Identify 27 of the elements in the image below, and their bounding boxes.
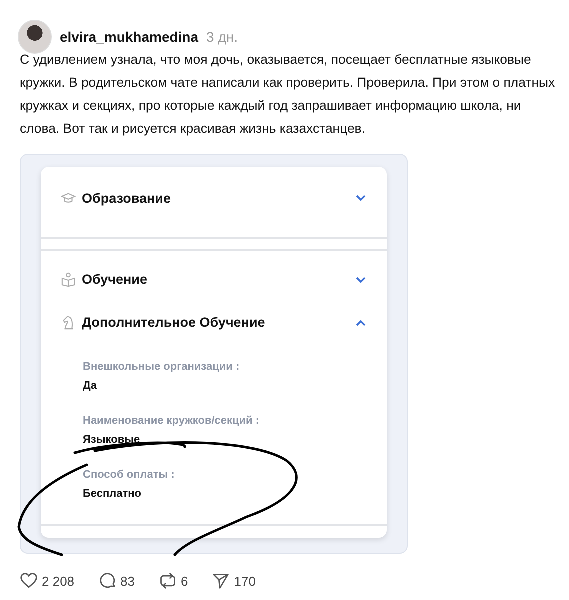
send-icon[interactable] — [212, 572, 230, 590]
field-label: Наименование кружков/секций : — [83, 414, 260, 428]
accordion-header[interactable]: Обучение — [41, 258, 387, 301]
graduation-cap-icon — [61, 190, 76, 206]
chess-knight-icon — [61, 315, 76, 330]
accordion-header[interactable]: Дополнительное Обучение — [41, 301, 387, 344]
repost-button[interactable]: 6 — [159, 572, 188, 590]
avatar[interactable] — [18, 20, 52, 54]
field-value: Да — [83, 379, 97, 393]
field-value: Языковые — [83, 433, 140, 447]
comment-icon[interactable] — [98, 572, 117, 590]
post-time: 3 дн. — [206, 29, 238, 45]
book-icon — [61, 272, 76, 287]
accordion-header[interactable]: Образование — [41, 167, 387, 229]
repost-icon[interactable] — [159, 572, 178, 590]
chevron-icon[interactable] — [355, 318, 367, 326]
chevron-icon[interactable] — [355, 194, 367, 202]
field-label: Способ оплаты : — [83, 468, 175, 482]
chevron-icon[interactable] — [355, 276, 367, 284]
field-value: Бесплатно — [83, 487, 142, 501]
author-name[interactable]: elvira_mukhamedina — [60, 29, 199, 45]
post-text: С удивлением узнала, что моя дочь, оказывается, посещает бесплатные языковые кружки. В родительском чате написали как проверить. Проверила. При этом о платных кружках и секциях, про которые каждый год запрашивает информацию школа, ни слова. Вот так и рисуется красивая жизнь казахстанцев. — [20, 51, 556, 138]
field-label: Внешкольные организации : — [83, 360, 240, 374]
like-button[interactable]: 2 208 — [20, 572, 75, 590]
share-button[interactable]: 170 — [212, 572, 256, 590]
reply-button[interactable]: 83 — [98, 572, 136, 590]
heart-icon[interactable] — [20, 572, 38, 590]
